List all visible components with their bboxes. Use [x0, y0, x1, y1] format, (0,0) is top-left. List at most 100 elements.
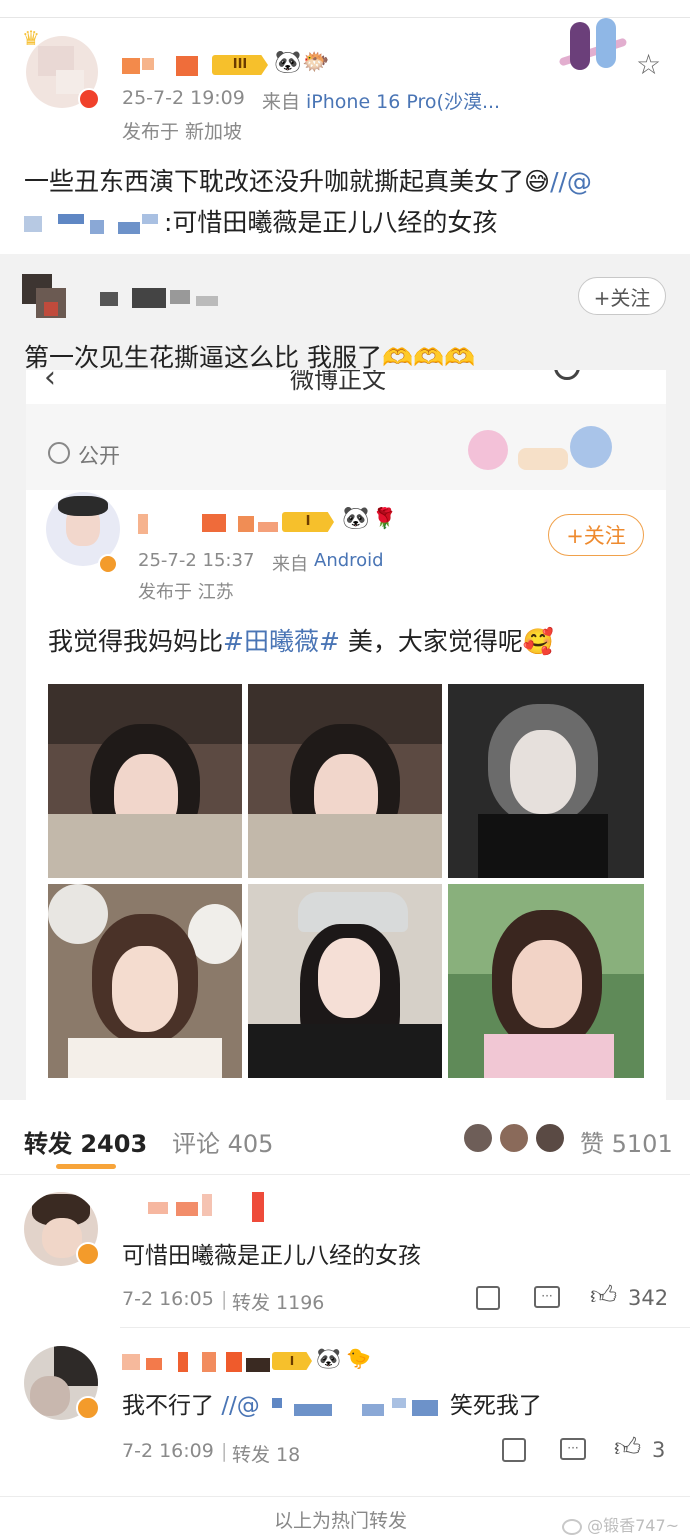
weibo-logo-icon — [562, 1518, 582, 1535]
comment-1-like-icon[interactable]: 👍︎ — [590, 1280, 617, 1311]
visibility-label: 公开 — [78, 444, 120, 468]
footer-divider — [0, 1496, 690, 1497]
embedded-search-icon — [554, 370, 580, 380]
comment-2-level-badge: I — [272, 1352, 312, 1370]
favorite-star-icon[interactable]: ☆ — [636, 48, 661, 81]
comment-2-text-after: 笑死我了 — [449, 1393, 542, 1419]
comment-2-level-label: I — [289, 1354, 295, 1368]
comment-1-like-count: 342 — [628, 1286, 669, 1310]
watermark-text: @锻香747~ — [587, 1516, 680, 1535]
comment-2[interactable]: I 🐼 🐤 我不行了 //@ 笑死我了 7-2 16:09 | 转发 18 ··… — [0, 1328, 690, 1478]
inner-source-link[interactable]: Android — [314, 550, 384, 571]
decoration-figure — [548, 18, 640, 78]
post-text-main: 一些丑东西演下耽改还没升咖就撕起真美女了 — [24, 167, 525, 196]
embedded-screenshot[interactable]: ‹ 微博正文 公开 I 🐼 🌹 +关注 25-7-2 15:37 来自 Andr… — [26, 370, 666, 1100]
comment-2-mention[interactable]: //@ — [221, 1393, 260, 1419]
inner-location: 发布于 江苏 — [138, 582, 234, 603]
panda-icon: 🐼 — [274, 50, 302, 75]
fish-icon: 🐡 — [302, 50, 330, 75]
comment-2-sep: | — [221, 1440, 228, 1462]
post-location: 发布于 新加坡 — [122, 121, 243, 143]
comment-1-time: 7-2 16:05 — [122, 1288, 214, 1310]
tab-likes-label: 赞 — [580, 1130, 604, 1158]
globe-icon — [48, 442, 70, 464]
photo-5[interactable] — [248, 884, 442, 1078]
photo-2[interactable] — [248, 684, 442, 878]
comment-1-repost[interactable]: 转发 1196 — [232, 1288, 324, 1315]
comment-2-like-count: 3 — [652, 1438, 666, 1462]
comment-2-like-icon[interactable]: 👍︎ — [614, 1432, 641, 1463]
comment-2-mention-mosaic[interactable] — [260, 1396, 450, 1418]
reposter-avatar[interactable] — [22, 274, 68, 318]
photo-1[interactable] — [48, 684, 242, 878]
author-name-mosaic[interactable] — [122, 54, 212, 76]
comment-2-repost[interactable]: 转发 18 — [232, 1440, 300, 1467]
comment-1[interactable]: 可惜田曦薇是正儿八经的女孩 7-2 16:05 | 转发 1196 ··· 👍︎… — [0, 1176, 690, 1326]
tab-repost-label: 转发 — [24, 1130, 72, 1158]
comment-2-time: 7-2 16:09 — [122, 1440, 214, 1462]
tab-likes[interactable]: 赞 5101 — [580, 1124, 673, 1159]
tab-active-indicator — [56, 1164, 116, 1169]
comment-2-text: 我不行了 //@ 笑死我了 — [122, 1386, 542, 1420]
stitch-sticker — [458, 418, 628, 488]
inner-follow-button[interactable]: +关注 — [548, 514, 644, 556]
inner-post-time: 25-7-2 15:37 — [138, 550, 255, 571]
quoted-text: :可惜田曦薇是正儿八经的女孩 — [164, 208, 498, 237]
hot-reposts-footer: 以上为热门转发 — [274, 1510, 408, 1532]
reposter-name-mosaic[interactable] — [100, 286, 230, 308]
comment-2-comment-icon[interactable]: ··· — [560, 1438, 586, 1460]
comment-2-text-before: 我不行了 — [122, 1393, 214, 1419]
repost-separator[interactable]: //@ — [550, 167, 592, 196]
tab-repost-count: 2403 — [80, 1130, 148, 1158]
comment-1-sep: | — [221, 1288, 228, 1310]
inner-verified-icon — [98, 554, 118, 574]
reposter-follow-button[interactable]: +关注 — [578, 277, 666, 315]
inner-level-badge: I — [282, 512, 334, 532]
post-source-link[interactable]: iPhone 16 Pro(沙漠... — [306, 87, 500, 114]
comment-2-panda-icon: 🐼 — [316, 1346, 341, 1370]
post-time: 25-7-2 19:09 — [122, 87, 245, 109]
inner-text-after: 美，大家觉得呢 — [339, 627, 523, 656]
tab-divider — [0, 1174, 690, 1175]
comment-2-bird-icon: 🐤 — [346, 1346, 371, 1370]
inner-panda-icon: 🐼 — [342, 506, 370, 531]
mention-mosaic[interactable] — [24, 212, 164, 236]
weibo-watermark: @锻香747~ — [562, 1512, 679, 1536]
verified-badge-icon — [78, 88, 100, 110]
photo-3[interactable] — [448, 684, 644, 878]
comment-1-share-icon[interactable] — [476, 1286, 500, 1310]
comment-1-comment-icon[interactable]: ··· — [534, 1286, 560, 1308]
smiling-hearts-emoji: 🥰 — [522, 627, 555, 656]
crown-icon: ♛ — [22, 26, 40, 50]
level-badge-label: III — [232, 57, 248, 72]
level-badge: III — [212, 55, 268, 75]
tab-comments-count: 405 — [227, 1130, 274, 1158]
comment-1-text: 可惜田曦薇是正儿八经的女孩 — [122, 1243, 421, 1269]
comment-2-share-icon[interactable] — [502, 1438, 526, 1462]
inner-post-text: 我觉得我妈妈比#田曦薇# 美，大家觉得呢🥰 — [48, 622, 554, 658]
post-text: 一些丑东西演下耽改还没升咖就撕起真美女了😅//@ — [24, 162, 592, 198]
inner-rose-icon: 🌹 — [372, 506, 397, 530]
tab-repost[interactable]: 转发 2403 — [24, 1124, 147, 1159]
quoted-line: :可惜田曦薇是正儿八经的女孩 — [24, 203, 497, 239]
comment-2-name-mosaic[interactable] — [122, 1350, 272, 1372]
inner-source-prefix: 来自 — [272, 554, 308, 575]
repost-text-main: 第一次见生花撕逼这么比 我服了 — [24, 343, 382, 372]
embedded-title: 微博正文 — [290, 370, 386, 394]
comment-1-name-mosaic[interactable] — [120, 1192, 270, 1222]
photo-4[interactable] — [48, 884, 242, 1078]
embedded-header: ‹ 微博正文 — [26, 370, 666, 404]
post-source-prefix: 来自 — [262, 91, 301, 113]
comment-2-verified-icon — [76, 1396, 100, 1420]
sweat-emoji: 😅 — [524, 167, 551, 196]
photo-6[interactable] — [448, 884, 644, 1078]
inner-level-label: I — [305, 514, 311, 529]
repost-text: 第一次见生花撕逼这么比 我服了🫶🫶🫶 — [24, 338, 475, 374]
inner-text-before: 我觉得我妈妈比 — [48, 627, 224, 656]
tab-comments[interactable]: 评论 405 — [172, 1124, 273, 1159]
hands-emojis: 🫶🫶🫶 — [381, 343, 476, 372]
hashtag-link[interactable]: #田曦薇# — [223, 627, 340, 656]
back-arrow-icon: ‹ — [44, 370, 56, 395]
tab-likes-count: 5101 — [611, 1130, 673, 1158]
liker-avatars[interactable] — [462, 1122, 572, 1156]
